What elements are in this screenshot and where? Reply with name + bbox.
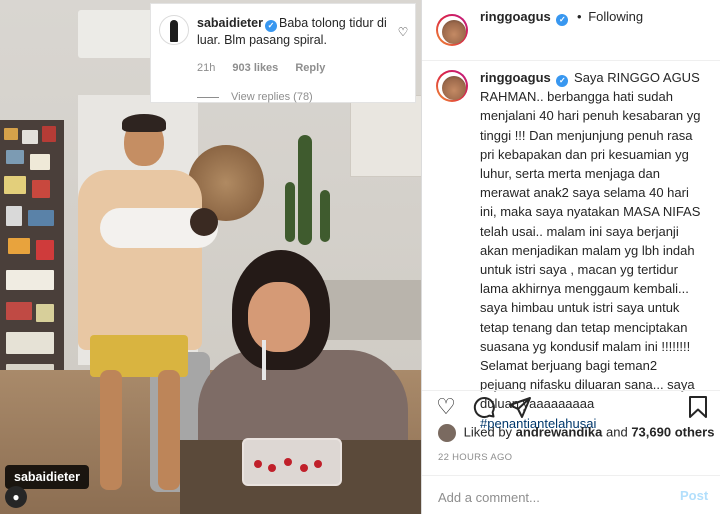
caption-username[interactable]: ringgoagus <box>480 70 551 85</box>
comment-input[interactable] <box>436 486 660 508</box>
photo-cactus <box>285 182 295 242</box>
caption-text: Saya RINGGO AGUS RAHMAN.. berbangga hati… <box>480 70 701 412</box>
heart-icon[interactable]: ♡ <box>434 395 458 419</box>
comment-bar: Post <box>422 475 720 515</box>
overlay-username[interactable]: sabaidieter <box>197 16 263 30</box>
photo-air-conditioner <box>78 10 156 58</box>
verified-badge-icon: ✓ <box>265 20 278 32</box>
verified-badge-icon: ✓ <box>556 75 569 87</box>
post-actions: ♡ <box>422 390 720 421</box>
post-timestamp[interactable]: 22 HOURS AGO <box>438 452 512 463</box>
post-panel: ringgoagus ✓ • Following ringgoagus ✓ Sa… <box>422 0 720 514</box>
photo-food-container <box>242 438 342 486</box>
overlay-likes[interactable]: 903 likes <box>232 62 278 74</box>
photo-man <box>78 170 202 350</box>
author-username[interactable]: ringgoagus <box>480 9 551 24</box>
liker-username[interactable]: andrewandika <box>516 424 603 439</box>
verified-badge-icon: ✓ <box>556 14 569 26</box>
post-comment-button[interactable]: Post <box>680 488 708 503</box>
overlay-comment-text: sabaidieter ✓ Baba tolong tidur di luar. B… <box>197 15 397 49</box>
heart-icon[interactable]: ♡ <box>397 26 409 38</box>
bookmark-icon[interactable] <box>686 395 710 419</box>
likes-summary: Liked by andrewandika and 73,690 others <box>438 424 714 442</box>
photo-spoon <box>262 340 266 380</box>
comment-overlay: sabaidieter ✓ Baba tolong tidur di luar. B… <box>151 4 415 103</box>
post-caption: ringgoagus ✓ Saya RINGGO AGUS RAHMAN.. b… <box>480 68 706 433</box>
overlay-age: 21h <box>197 62 216 74</box>
user-tag-icon[interactable]: ● <box>5 486 27 508</box>
follow-status-button[interactable]: Following <box>588 9 643 24</box>
author-avatar[interactable] <box>436 14 468 46</box>
caption-author-avatar[interactable] <box>436 70 468 102</box>
share-icon[interactable] <box>508 395 532 419</box>
photo-fridge <box>0 120 64 400</box>
post-photo[interactable]: sabaidieter ✓ Baba tolong tidur di luar. B… <box>0 0 422 514</box>
likes-count-link[interactable]: 73,690 others <box>631 424 714 439</box>
view-replies-link[interactable]: View replies (78) <box>197 91 313 103</box>
liker-avatar[interactable] <box>438 424 456 442</box>
comment-icon[interactable] <box>472 395 496 419</box>
overlay-comment-meta: 21h 903 likes Reply <box>197 62 339 74</box>
commenter-avatar[interactable] <box>159 15 189 45</box>
photo-cabinet <box>350 95 421 177</box>
overlay-reply-button[interactable]: Reply <box>295 62 325 74</box>
post-header: ringgoagus ✓ • Following <box>422 0 720 61</box>
